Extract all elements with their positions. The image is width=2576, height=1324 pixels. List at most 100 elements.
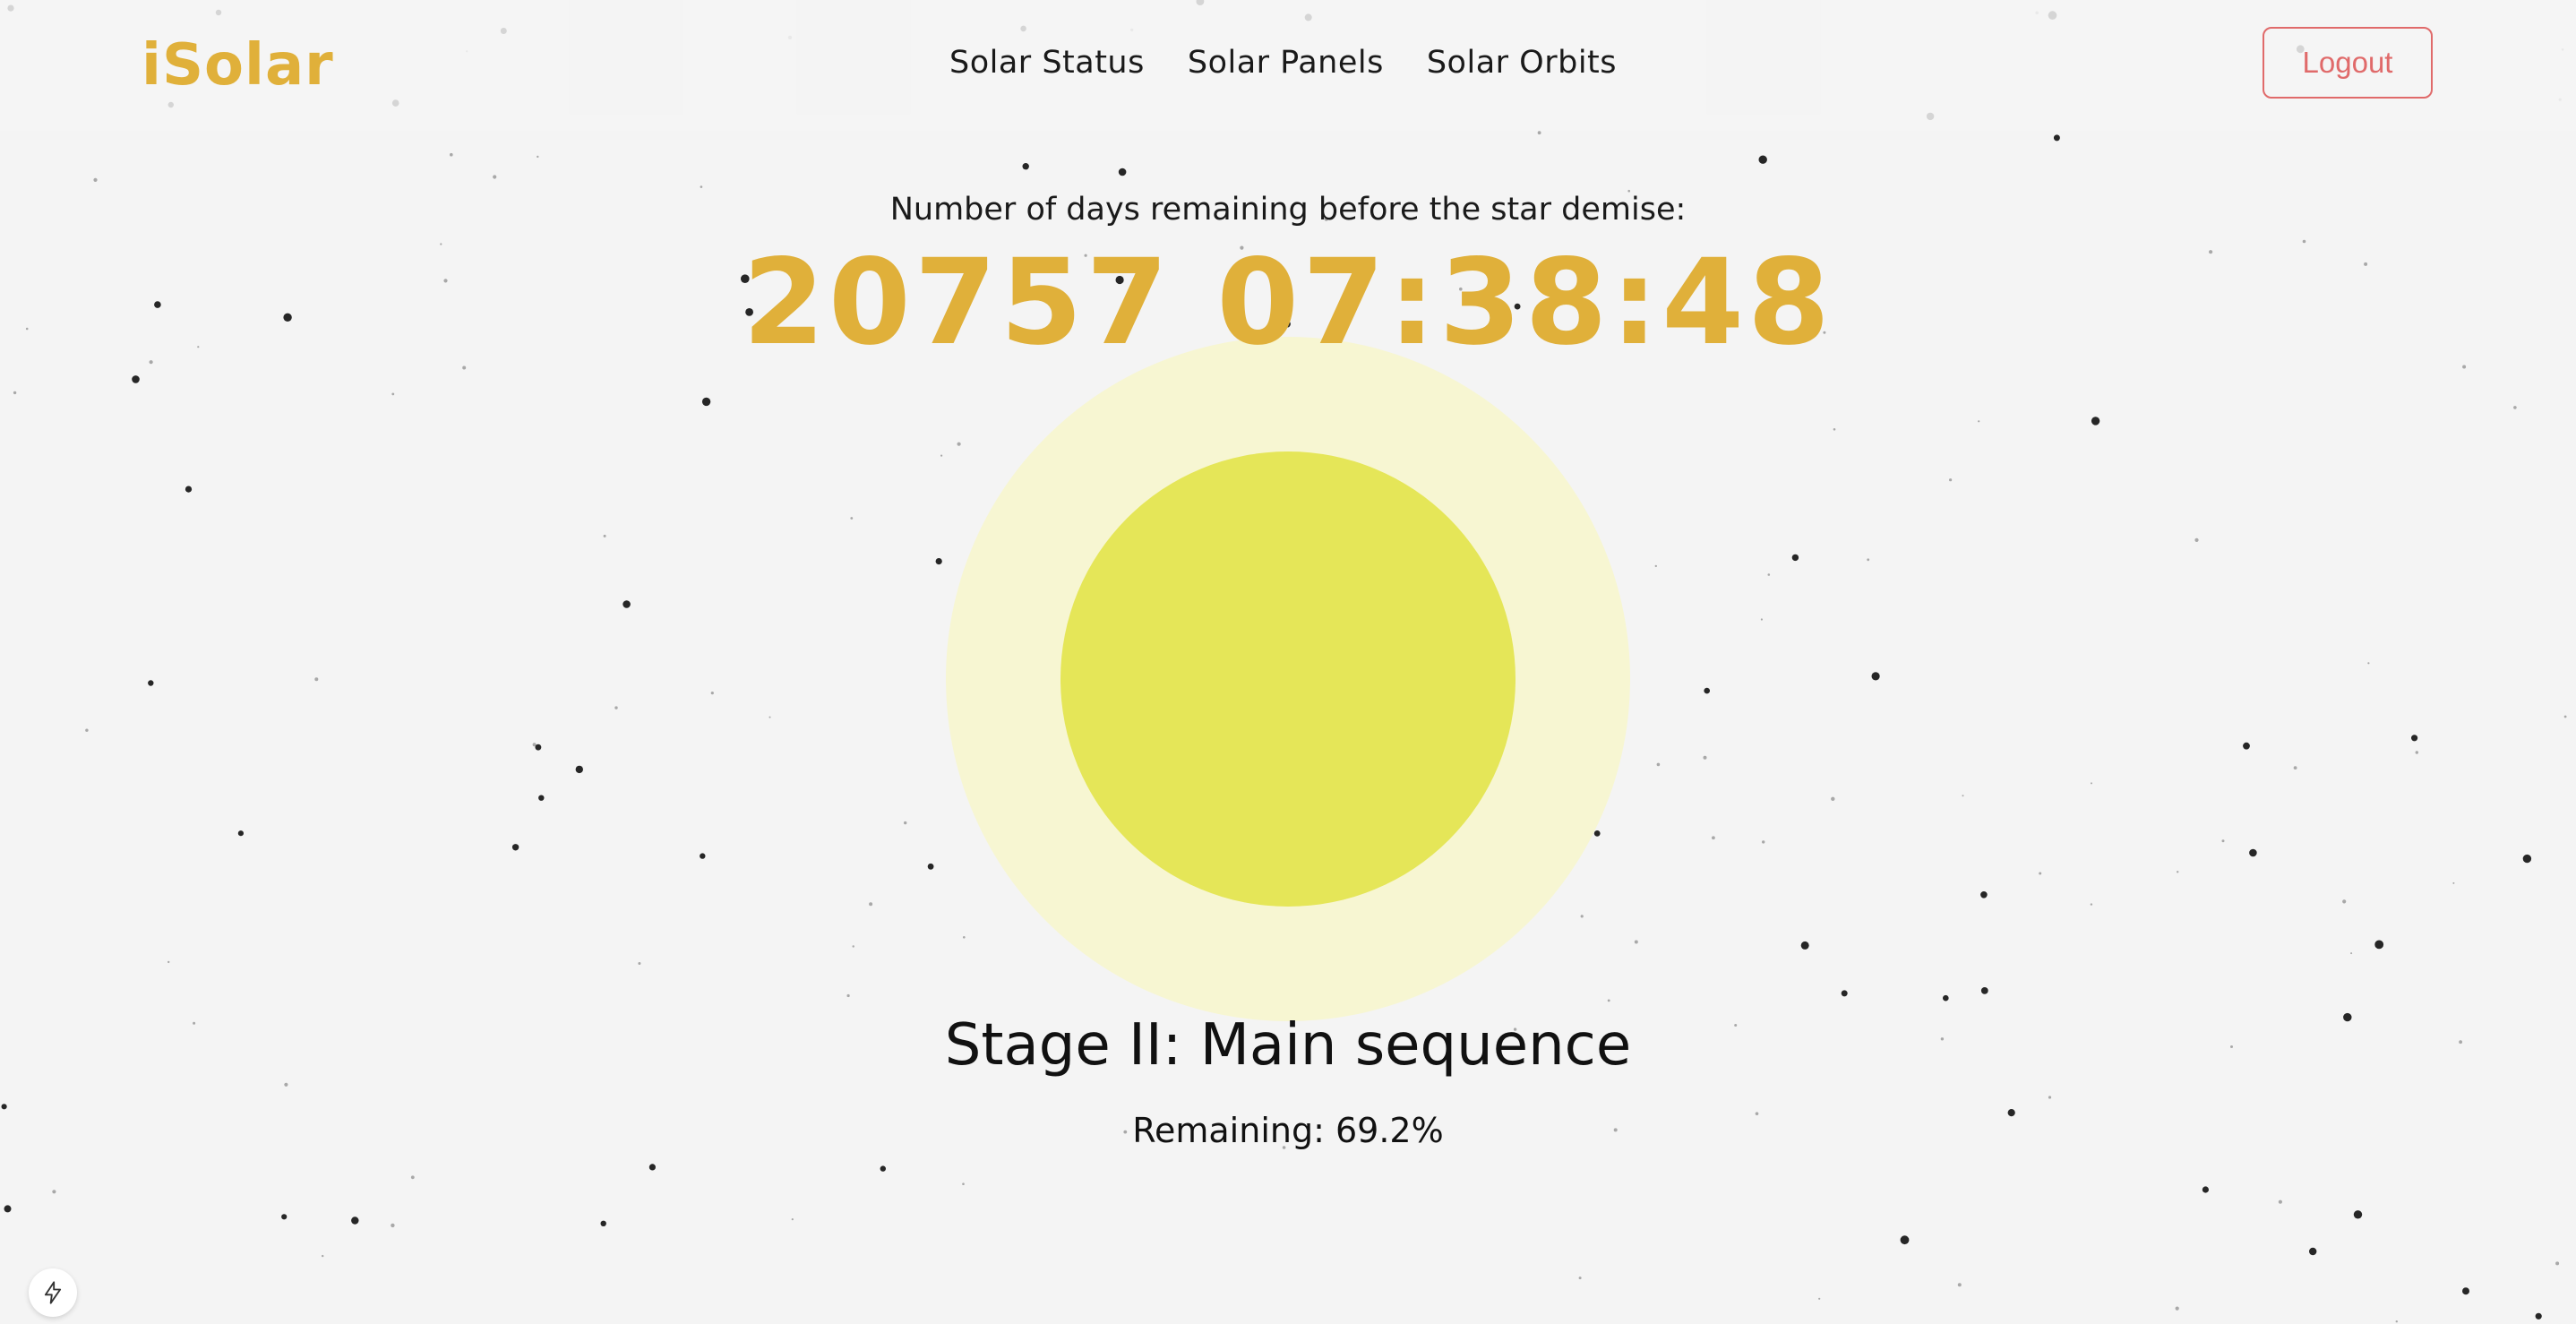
star-dot bbox=[2522, 854, 2532, 864]
star-dot bbox=[2563, 715, 2567, 718]
star-dot bbox=[93, 177, 98, 182]
star-dot bbox=[538, 795, 545, 801]
star-dot bbox=[2249, 848, 2257, 857]
star-dot bbox=[850, 517, 854, 520]
countdown-label: Number of days remaining before the star… bbox=[889, 192, 1687, 228]
star-dot bbox=[1118, 168, 1127, 176]
star-dot bbox=[957, 442, 961, 446]
star-dot bbox=[963, 936, 966, 939]
page: iSolar Solar Status Solar Panels Solar O… bbox=[0, 0, 2576, 1324]
star-dot bbox=[1980, 987, 1988, 994]
star-dot bbox=[2395, 1320, 2398, 1323]
nav-links: Solar Status Solar Panels Solar Orbits bbox=[949, 45, 1617, 81]
nav-link-solar-panels[interactable]: Solar Panels bbox=[1188, 45, 1384, 81]
star-dot bbox=[351, 1217, 359, 1225]
star-dot bbox=[1962, 795, 1964, 797]
star-dot bbox=[284, 1082, 288, 1087]
star-dot bbox=[1871, 672, 1880, 681]
star-dot bbox=[2194, 537, 2199, 543]
star-dot bbox=[1593, 830, 1601, 837]
star-dot bbox=[2293, 766, 2297, 769]
star-dot bbox=[52, 1190, 56, 1194]
star-dot bbox=[600, 1220, 606, 1227]
star-dot bbox=[1980, 891, 1988, 898]
star-dot bbox=[85, 728, 89, 732]
dev-tools-button[interactable] bbox=[29, 1268, 77, 1317]
star-dot bbox=[1818, 1297, 1821, 1300]
star-dot bbox=[2367, 662, 2370, 665]
logout-button[interactable]: Logout bbox=[2263, 27, 2433, 99]
star-dot bbox=[2513, 406, 2517, 409]
star-dot bbox=[1900, 1235, 1910, 1245]
star-dot bbox=[1841, 990, 1848, 997]
star-dot bbox=[1656, 762, 1661, 767]
star-dot bbox=[614, 706, 618, 709]
star-dot bbox=[2374, 940, 2384, 950]
star-dot bbox=[1654, 564, 1658, 568]
star-dot bbox=[904, 821, 907, 825]
star-dot bbox=[700, 185, 703, 188]
star-dot bbox=[700, 853, 706, 859]
remaining-percentage: Remaining: 69.2% bbox=[1132, 1111, 1444, 1150]
star-dot bbox=[391, 1223, 395, 1228]
star-dot bbox=[167, 960, 170, 964]
star-dot bbox=[2243, 742, 2250, 750]
star-dot bbox=[935, 558, 942, 565]
star-dot bbox=[314, 677, 319, 682]
star-dot bbox=[2091, 782, 2092, 785]
star-dot bbox=[927, 863, 934, 870]
star-dot bbox=[852, 945, 854, 948]
star-dot bbox=[1957, 1283, 1962, 1287]
star-dot bbox=[1634, 940, 1638, 944]
star-dot bbox=[2202, 1186, 2209, 1193]
star-dot bbox=[148, 680, 154, 686]
star-dot bbox=[13, 391, 17, 395]
star-dot bbox=[962, 1182, 965, 1185]
star-dot bbox=[1758, 155, 1767, 164]
star-dot bbox=[185, 486, 193, 493]
star-dot bbox=[2535, 1312, 2542, 1320]
star-dot bbox=[2415, 751, 2418, 754]
star-dot bbox=[511, 844, 519, 851]
star-dot bbox=[869, 902, 873, 907]
star-dot bbox=[410, 1175, 415, 1180]
star-dot bbox=[1578, 1277, 1582, 1280]
star-dot bbox=[1791, 554, 1799, 562]
star-dot bbox=[1607, 999, 1610, 1002]
sun-core bbox=[1060, 451, 1516, 907]
star-dot bbox=[1703, 755, 1707, 760]
star-dot bbox=[1712, 836, 1715, 840]
star-dot bbox=[1760, 618, 1763, 621]
star-dot bbox=[2091, 417, 2100, 426]
star-dot bbox=[846, 993, 850, 998]
star-dot bbox=[2221, 839, 2225, 843]
star-dot bbox=[2309, 1247, 2317, 1256]
star-dot bbox=[1, 1104, 7, 1110]
star-dot bbox=[2048, 1096, 2052, 1099]
countdown-value: 20757 07:38:48 bbox=[743, 234, 1833, 372]
star-dot bbox=[1943, 994, 1949, 1002]
star-dot bbox=[575, 765, 583, 774]
star-dot bbox=[2411, 735, 2418, 742]
star-dot bbox=[2555, 1261, 2560, 1266]
nav-link-solar-orbits[interactable]: Solar Orbits bbox=[1427, 45, 1617, 81]
star-dot bbox=[701, 397, 711, 407]
star-dot bbox=[281, 1214, 288, 1220]
star-dot bbox=[2462, 365, 2467, 369]
star-dot bbox=[2452, 881, 2455, 884]
star-dot bbox=[1537, 131, 1541, 135]
nav-link-solar-status[interactable]: Solar Status bbox=[949, 45, 1145, 81]
star-dot bbox=[1800, 941, 1809, 950]
app-logo[interactable]: iSolar bbox=[142, 32, 334, 99]
star-dot bbox=[322, 1254, 324, 1258]
star-dot bbox=[237, 830, 244, 837]
star-dot bbox=[537, 155, 539, 159]
star-dot bbox=[710, 692, 714, 695]
star-dot bbox=[769, 716, 771, 718]
star-dot bbox=[880, 1165, 886, 1172]
star-dot bbox=[1978, 420, 1980, 423]
star-dot bbox=[1704, 687, 1710, 694]
star-dot bbox=[1022, 163, 1029, 170]
star-dot bbox=[450, 152, 453, 157]
star-dot bbox=[1833, 428, 1836, 431]
